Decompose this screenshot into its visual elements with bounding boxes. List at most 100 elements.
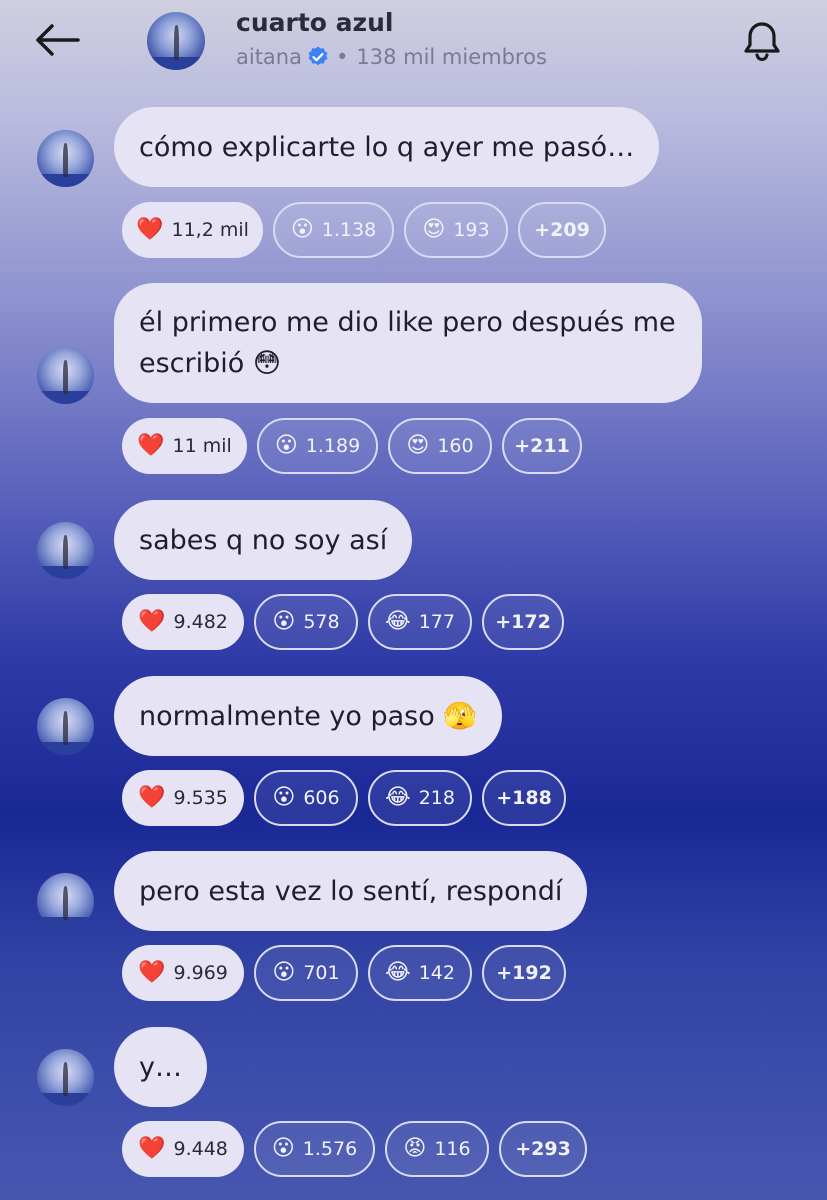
more-reactions-button[interactable]: +172 — [482, 594, 564, 650]
reaction-wow[interactable]: 😮 1.576 — [254, 1121, 375, 1177]
more-reactions-count: +209 — [534, 219, 590, 241]
reaction-heart[interactable]: ❤️ 11 mil — [122, 418, 247, 474]
reaction-laugh[interactable]: 😂 177 — [368, 594, 472, 650]
reaction-heart[interactable]: ❤️ 9.535 — [122, 770, 244, 826]
bell-icon[interactable] — [738, 18, 786, 66]
reaction-count: 177 — [418, 611, 455, 633]
heart-eyes-emoji-icon: 😍 — [422, 217, 446, 242]
reaction-count: 160 — [437, 435, 474, 457]
reaction-bar: ❤️ 9.482 😮 578 😂 177 +172 — [122, 594, 564, 650]
message-text: pero esta vez lo sentí, respondí — [139, 875, 563, 907]
sender-avatar[interactable] — [37, 698, 94, 755]
more-reactions-button[interactable]: +188 — [482, 770, 566, 826]
heart-emoji-icon: ❤️ — [138, 960, 166, 985]
reaction-count: 11 mil — [172, 435, 232, 457]
reaction-wow[interactable]: 😮 606 — [254, 770, 358, 826]
message-text: él primero me dio like pero después me e… — [139, 307, 676, 379]
reaction-heart[interactable]: ❤️ 11,2 mil — [122, 202, 263, 258]
channel-avatar[interactable] — [147, 12, 205, 70]
reaction-bar: ❤️ 9.448 😮 1.576 😡 116 +293 — [122, 1121, 587, 1177]
reaction-wow[interactable]: 😮 578 — [254, 594, 358, 650]
more-reactions-button[interactable]: +192 — [482, 945, 566, 1001]
more-reactions-count: +211 — [514, 435, 570, 457]
wow-emoji-icon: 😮 — [272, 609, 296, 634]
message-text: normalmente yo paso 🫣 — [139, 700, 477, 732]
message-bubble[interactable]: sabes q no soy así — [114, 500, 413, 580]
reaction-count: 1.189 — [305, 435, 361, 457]
laugh-emoji-icon: 😂 — [385, 785, 411, 810]
reaction-bar: ❤️ 11,2 mil 😮 1.138 😍 193 +209 — [122, 202, 606, 258]
wow-emoji-icon: 😮 — [274, 433, 298, 458]
message-text: sabes q no soy así — [139, 524, 388, 556]
sender-avatar[interactable] — [37, 522, 94, 579]
message-bubble[interactable]: normalmente yo paso 🫣 — [114, 676, 502, 756]
laugh-emoji-icon: 😂 — [385, 960, 411, 985]
more-reactions-count: +293 — [515, 1138, 571, 1160]
sender-avatar[interactable] — [37, 1049, 94, 1106]
arrow-left-icon[interactable] — [32, 20, 82, 60]
heart-emoji-icon: ❤️ — [136, 217, 164, 242]
reaction-count: 9.482 — [173, 611, 228, 633]
author-name: aitana — [236, 45, 302, 69]
reaction-count: 701 — [303, 962, 340, 984]
reaction-count: 1.138 — [321, 219, 377, 241]
channel-title[interactable]: cuarto azul — [236, 8, 393, 37]
reaction-laugh[interactable]: 😂 142 — [368, 945, 472, 1001]
reaction-count: 116 — [434, 1138, 471, 1160]
message-bubble[interactable]: y… — [114, 1027, 207, 1107]
reaction-count: 218 — [418, 787, 455, 809]
reaction-angry[interactable]: 😡 116 — [385, 1121, 489, 1177]
heart-emoji-icon: ❤️ — [137, 433, 165, 458]
reaction-count: 9.448 — [173, 1138, 228, 1160]
reaction-heart-eyes[interactable]: 😍 193 — [404, 202, 508, 258]
reaction-bar: ❤️ 11 mil 😮 1.189 😍 160 +211 — [122, 418, 582, 474]
message-bubble[interactable]: pero esta vez lo sentí, respondí — [114, 851, 588, 931]
reaction-count: 9.535 — [173, 787, 228, 809]
wow-emoji-icon: 😮 — [272, 960, 296, 985]
separator-dot: • — [335, 45, 349, 69]
heart-emoji-icon: ❤️ — [138, 1136, 166, 1161]
reaction-count: 11,2 mil — [171, 219, 249, 241]
message-bubble[interactable]: cómo explicarte lo q ayer me pasó… — [114, 107, 660, 187]
reaction-bar: ❤️ 9.969 😮 701 😂 142 +192 — [122, 945, 566, 1001]
sender-avatar[interactable] — [37, 873, 94, 930]
reaction-count: 606 — [303, 787, 340, 809]
more-reactions-button[interactable]: +293 — [499, 1121, 587, 1177]
reaction-wow[interactable]: 😮 1.138 — [273, 202, 394, 258]
heart-emoji-icon: ❤️ — [138, 609, 166, 634]
more-reactions-count: +172 — [495, 611, 551, 633]
more-reactions-count: +188 — [496, 787, 552, 809]
wow-emoji-icon: 😮 — [290, 217, 314, 242]
channel-subtitle: aitana • 138 mil miembros — [236, 45, 547, 69]
wow-emoji-icon: 😮 — [272, 785, 296, 810]
heart-emoji-icon: ❤️ — [138, 785, 166, 810]
more-reactions-button[interactable]: +209 — [518, 202, 606, 258]
more-reactions-count: +192 — [496, 962, 552, 984]
more-reactions-button[interactable]: +211 — [502, 418, 582, 474]
member-count: 138 mil miembros — [356, 45, 547, 69]
channel-header: cuarto azul aitana • 138 mil miembros — [0, 0, 827, 90]
reaction-heart[interactable]: ❤️ 9.448 — [122, 1121, 244, 1177]
reaction-heart[interactable]: ❤️ 9.482 — [122, 594, 244, 650]
reaction-count: 9.969 — [173, 962, 228, 984]
reaction-count: 578 — [303, 611, 340, 633]
laugh-emoji-icon: 😂 — [385, 609, 411, 634]
reaction-count: 1.576 — [302, 1138, 358, 1160]
message-bubble[interactable]: él primero me dio like pero después me e… — [114, 283, 702, 403]
reaction-count: 142 — [418, 962, 455, 984]
reaction-heart-eyes[interactable]: 😍 160 — [388, 418, 492, 474]
heart-eyes-emoji-icon: 😍 — [406, 433, 430, 458]
wow-emoji-icon: 😮 — [271, 1136, 295, 1161]
reaction-laugh[interactable]: 😂 218 — [368, 770, 472, 826]
sender-avatar[interactable] — [37, 347, 94, 404]
reaction-wow[interactable]: 😮 1.189 — [257, 418, 378, 474]
verified-badge-icon — [308, 46, 328, 66]
sender-avatar[interactable] — [37, 130, 94, 187]
message-text: y… — [139, 1051, 182, 1083]
angry-emoji-icon: 😡 — [403, 1136, 427, 1161]
reaction-bar: ❤️ 9.535 😮 606 😂 218 +188 — [122, 770, 566, 826]
message-text: cómo explicarte lo q ayer me pasó… — [139, 131, 635, 163]
reaction-count: 193 — [453, 219, 490, 241]
reaction-heart[interactable]: ❤️ 9.969 — [122, 945, 244, 1001]
reaction-wow[interactable]: 😮 701 — [254, 945, 358, 1001]
